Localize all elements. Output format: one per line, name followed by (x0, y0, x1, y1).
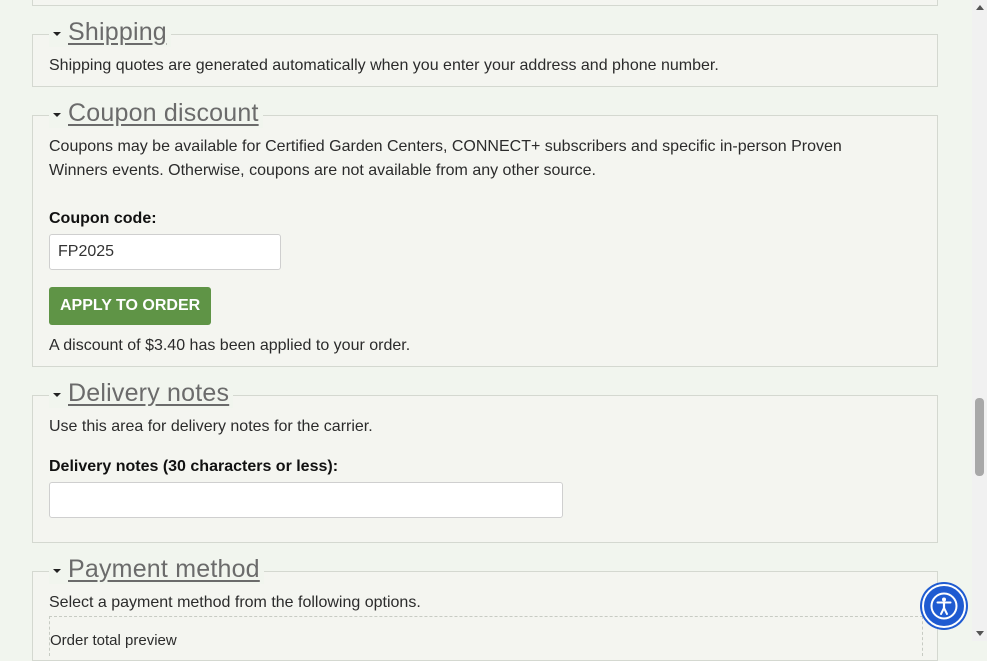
payment-legend-text[interactable]: Payment method (68, 555, 260, 584)
delivery-legend[interactable]: Delivery notes (49, 378, 234, 408)
coupon-status-message: A discount of $3.40 has been applied to … (49, 337, 411, 354)
coupon-fieldset: Coupon discount Coupons may be available… (32, 98, 938, 367)
collapse-caret-icon[interactable] (53, 32, 61, 36)
shipping-description: Shipping quotes are generated automatica… (49, 57, 719, 74)
delivery-notes-input[interactable] (49, 482, 563, 518)
shipping-legend[interactable]: Shipping (49, 17, 171, 47)
delivery-notes-label: Delivery notes (30 characters or less): (49, 458, 339, 475)
scroll-down-arrow-icon[interactable] (976, 631, 984, 636)
vertical-scrollbar[interactable] (972, 0, 987, 641)
apply-to-order-button[interactable]: APPLY TO ORDER (49, 287, 212, 325)
scroll-up-arrow-icon[interactable] (976, 5, 984, 10)
collapse-caret-icon[interactable] (53, 569, 61, 573)
coupon-code-label: Coupon code: (49, 210, 157, 227)
delivery-legend-text[interactable]: Delivery notes (68, 379, 229, 408)
coupon-legend-text[interactable]: Coupon discount (68, 99, 259, 128)
coupon-code-input[interactable] (49, 234, 281, 270)
payment-legend[interactable]: Payment method (49, 554, 264, 584)
delivery-fieldset: Delivery notes Use this area for deliver… (32, 378, 938, 543)
payment-fieldset: Payment method Select a payment method f… (32, 554, 938, 661)
collapse-caret-icon[interactable] (53, 393, 61, 397)
delivery-description: Use this area for delivery notes for the… (49, 418, 373, 435)
order-total-preview-box: Order total preview (49, 616, 923, 656)
coupon-description: Coupons may be available for Certified G… (49, 138, 842, 179)
checkout-page: Shipping Shipping quotes are generated a… (0, 0, 972, 661)
accessibility-icon (930, 592, 958, 620)
scrollbar-thumb[interactable] (975, 398, 984, 476)
coupon-legend[interactable]: Coupon discount (49, 98, 263, 128)
shipping-legend-text[interactable]: Shipping (68, 18, 167, 47)
order-total-preview-label: Order total preview (50, 632, 177, 649)
shipping-fieldset: Shipping Shipping quotes are generated a… (32, 17, 938, 87)
previous-fieldset (32, 0, 938, 6)
payment-description: Select a payment method from the followi… (49, 594, 421, 611)
collapse-caret-icon[interactable] (53, 113, 61, 117)
accessibility-button[interactable] (922, 584, 966, 628)
